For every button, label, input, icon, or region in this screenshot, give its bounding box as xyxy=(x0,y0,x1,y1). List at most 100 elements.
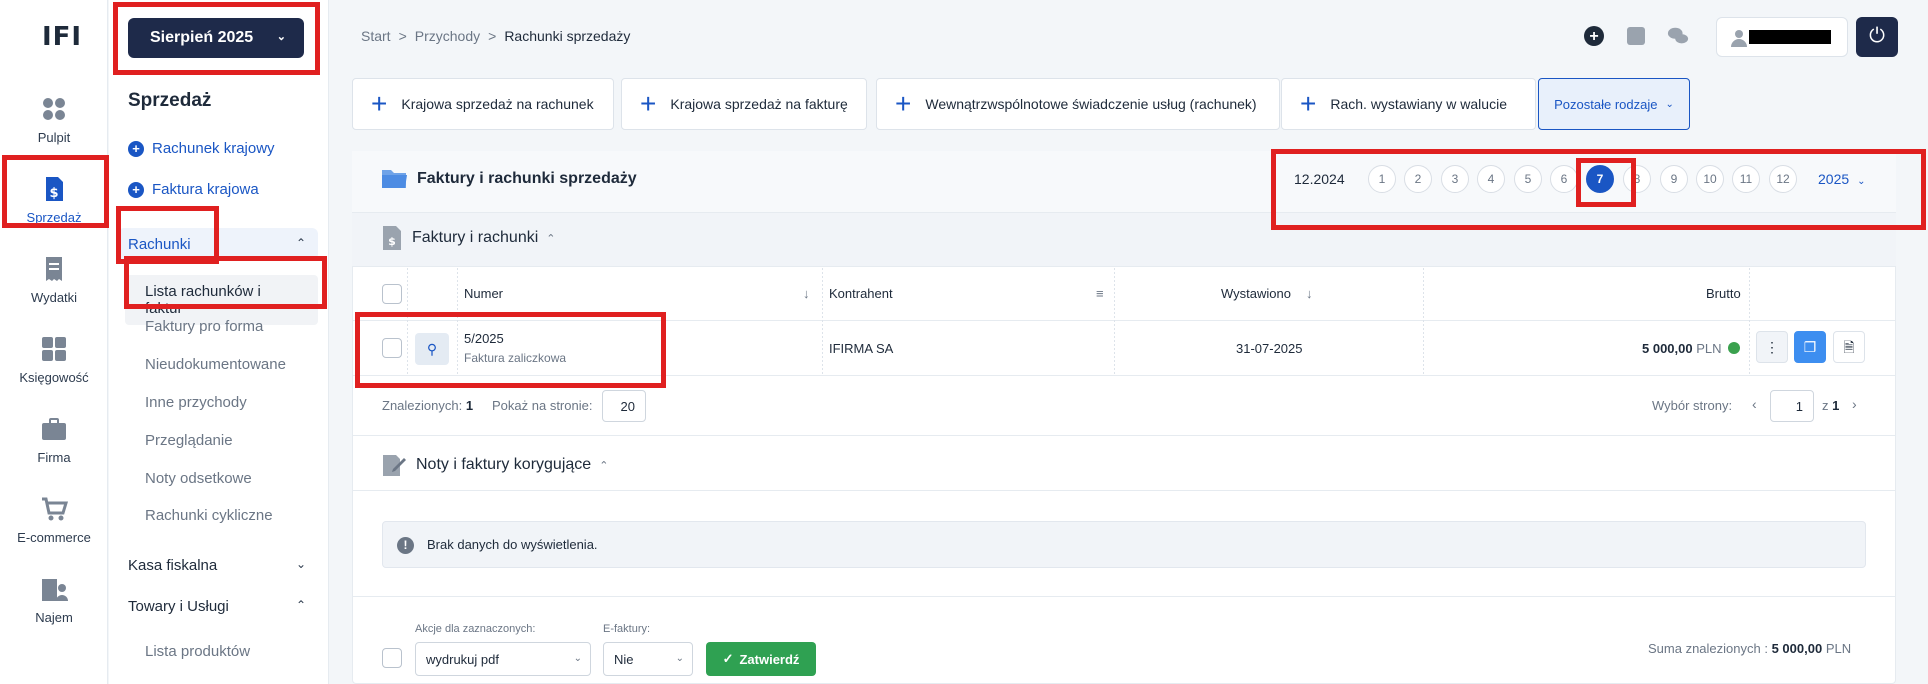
grid-icon xyxy=(43,98,65,120)
group-rachunki[interactable]: Rachunki ⌃ xyxy=(118,228,318,260)
type-pozostale[interactable]: Pozostałe rodzaje ⌄ xyxy=(1538,78,1690,130)
section-faktury-title[interactable]: Faktury i rachunki ⌃ xyxy=(412,229,555,247)
app-logo[interactable]: IFI xyxy=(42,22,82,52)
sub-link-inne[interactable]: Inne przychody xyxy=(145,394,247,411)
page-input[interactable]: 1 xyxy=(1770,390,1814,422)
quick-link-faktura[interactable]: + Faktura krajowa xyxy=(128,181,259,198)
sort-arrow-icon[interactable]: ↓ xyxy=(1306,286,1313,301)
month-12[interactable]: 12 xyxy=(1769,165,1797,193)
group-towary[interactable]: Towary i Usługi ⌃ xyxy=(118,590,318,622)
prev-page-icon[interactable]: ‹ xyxy=(1752,396,1757,412)
month-2[interactable]: 2 xyxy=(1404,165,1432,193)
page-of: z 1 xyxy=(1822,398,1840,413)
col-divider xyxy=(1423,268,1424,375)
divider xyxy=(352,596,1896,597)
user-icon xyxy=(1731,30,1747,47)
notes-icon[interactable] xyxy=(1627,27,1645,45)
row-pdf-button[interactable]: 🗎 xyxy=(1833,331,1865,363)
type-wewnatrzwspolnotowe[interactable]: + Wewnątrzwspólnotowe świadczenie usług (… xyxy=(876,78,1280,130)
col-numer[interactable]: Numer xyxy=(464,286,503,301)
quick-link-rachunek[interactable]: + Rachunek krajowy xyxy=(128,140,275,157)
actions-select[interactable]: wydrukuj pdf ⌄ xyxy=(415,642,591,676)
col-divider xyxy=(1114,268,1115,375)
row-kontrahent: IFIRMA SA xyxy=(829,341,894,356)
preview-button[interactable]: ⚲ xyxy=(415,333,449,365)
next-page-icon[interactable]: › xyxy=(1852,396,1857,412)
chat-icon[interactable] xyxy=(1667,25,1689,47)
year-selector[interactable]: 2025 ⌄ xyxy=(1818,171,1866,187)
sub-link-przegladanie[interactable]: Przeglądanie xyxy=(145,432,233,449)
confirm-button[interactable]: ✓ Zatwierdź xyxy=(706,642,816,676)
rail-item-firma[interactable]: Firma xyxy=(0,414,108,465)
month-3[interactable]: 3 xyxy=(1441,165,1469,193)
add-circle-icon[interactable]: + xyxy=(1584,26,1604,46)
rail-label: Najem xyxy=(35,610,73,625)
chevron-down-icon: ⌄ xyxy=(1665,98,1674,110)
month-10[interactable]: 10 xyxy=(1696,165,1724,193)
month-11[interactable]: 11 xyxy=(1732,165,1760,193)
month-6[interactable]: 6 xyxy=(1550,165,1578,193)
sort-arrow-icon[interactable]: ↓ xyxy=(803,286,810,301)
rail-item-pulpit[interactable]: Pulpit xyxy=(0,94,108,145)
type-krajowa-faktura[interactable]: + Krajowa sprzedaż na fakturę xyxy=(621,78,867,130)
bulk-checkbox[interactable] xyxy=(382,648,402,668)
crumb-separator: > xyxy=(398,28,407,44)
cart-icon xyxy=(42,497,69,521)
found-label: Znalezionych: 1 xyxy=(382,398,474,413)
plus-icon: + xyxy=(128,140,144,157)
pdf-icon: 🗎 xyxy=(1843,339,1855,355)
type-krajowa-rachunek[interactable]: + Krajowa sprzedaż na rachunek xyxy=(352,78,614,130)
month-7[interactable]: 7 xyxy=(1586,165,1614,193)
sub-link-produkty[interactable]: Lista produktów xyxy=(145,643,250,660)
folder-icon xyxy=(382,170,407,188)
rail-label: Pulpit xyxy=(37,130,71,145)
building-person-icon xyxy=(42,579,68,601)
month-1[interactable]: 1 xyxy=(1368,165,1396,193)
rail-item-sprzedaz[interactable]: $ Sprzedaż xyxy=(0,174,108,225)
crumb-przychody[interactable]: Przychody xyxy=(415,28,480,44)
month-5[interactable]: 5 xyxy=(1514,165,1542,193)
row-more-button[interactable]: ⋮ xyxy=(1756,331,1788,363)
empty-state: ! Brak danych do wyświetlenia. xyxy=(382,521,1866,568)
prev-period[interactable]: 12.2024 xyxy=(1294,171,1345,187)
rail-label: Księgowość xyxy=(19,370,89,385)
month-selector[interactable]: Sierpień 2025 ⌄ xyxy=(128,18,304,58)
type-waluta[interactable]: + Rach. wystawiany w walucie xyxy=(1281,78,1536,130)
user-menu[interactable] xyxy=(1716,17,1848,57)
month-4[interactable]: 4 xyxy=(1477,165,1505,193)
rail-label: Wydatki xyxy=(30,290,78,305)
row-copy-button[interactable]: ❐ xyxy=(1794,331,1826,363)
month-8[interactable]: 8 xyxy=(1623,165,1651,193)
divider xyxy=(352,435,1896,436)
col-wystawiono[interactable]: Wystawiono xyxy=(1221,286,1291,301)
rail-item-wydatki[interactable]: Wydatki xyxy=(0,254,108,305)
chevron-down-icon: ⌄ xyxy=(573,653,582,664)
check-icon: ✓ xyxy=(722,651,734,666)
crumb-start[interactable]: Start xyxy=(361,28,391,44)
chevron-up-icon: ⌃ xyxy=(295,598,306,612)
sub-link-noty[interactable]: Noty odsetkowe xyxy=(145,470,252,487)
rail-item-ksiegowosc[interactable]: Księgowość xyxy=(0,334,108,385)
status-dot-icon xyxy=(1727,342,1740,354)
sub-link-proforma[interactable]: Faktury pro forma xyxy=(145,318,263,335)
chevron-down-icon: ⌄ xyxy=(1857,176,1866,187)
col-brutto[interactable]: Brutto xyxy=(1706,286,1741,301)
month-9[interactable]: 9 xyxy=(1660,165,1688,193)
filter-lines-icon[interactable]: ≡ xyxy=(1096,286,1104,301)
col-divider xyxy=(1749,268,1750,375)
col-kontrahent[interactable]: Kontrahent xyxy=(829,286,893,301)
per-page-input[interactable]: 20 xyxy=(602,390,646,422)
section-noty-title[interactable]: Noty i faktury korygujące ⌃ xyxy=(416,456,608,474)
sub-link-cykliczne[interactable]: Rachunki cykliczne xyxy=(145,507,273,524)
efaktury-select[interactable]: Nie ⌄ xyxy=(603,642,693,676)
rail-item-najem[interactable]: Najem xyxy=(0,574,108,625)
sub-link-nieudokumentowane[interactable]: Nieudokumentowane xyxy=(145,356,286,373)
rail-item-ecommerce[interactable]: E-commerce xyxy=(0,494,108,545)
group-kasa[interactable]: Kasa fiskalna ⌄ xyxy=(118,549,318,581)
divider xyxy=(352,490,1896,491)
redacted-username xyxy=(1749,30,1831,44)
select-all-checkbox[interactable] xyxy=(382,284,402,304)
logout-button[interactable]: ⏻ xyxy=(1856,17,1898,57)
row-checkbox[interactable] xyxy=(382,338,402,358)
row-numer[interactable]: 5/2025 xyxy=(464,331,504,346)
